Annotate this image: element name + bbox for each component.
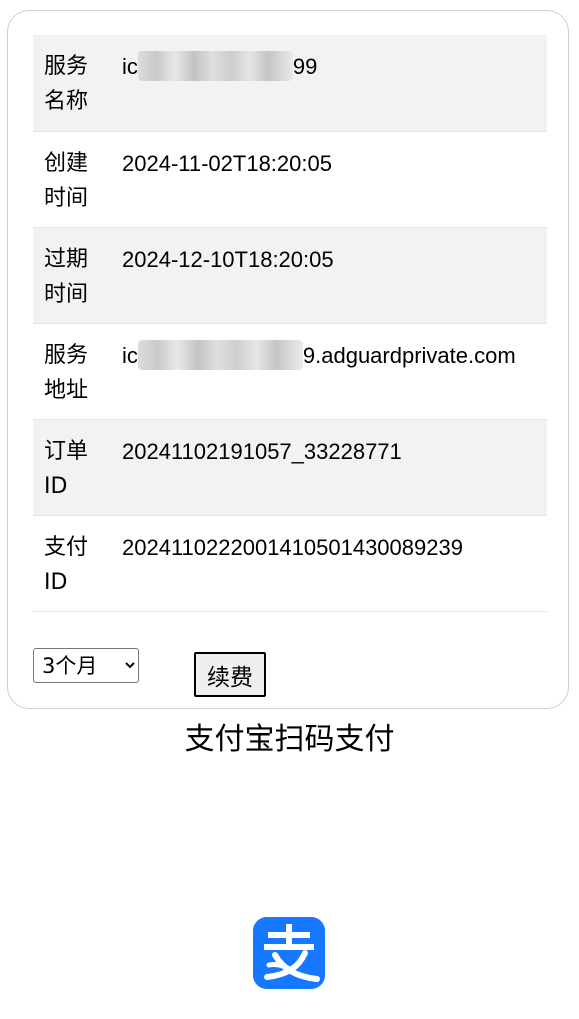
- service-address-value: ic 9.adguardprivate.com: [109, 323, 547, 420]
- service-address-suffix: 9.adguardprivate.com: [302, 342, 516, 368]
- renew-button[interactable]: 续费: [194, 652, 266, 697]
- table-row: 创建时间 2024-11-02T18:20:05: [33, 131, 547, 228]
- alipay-scan-heading: 支付宝扫码支付: [184, 722, 395, 757]
- table-row: 服务地址 ic 9.adguardprivate.com: [33, 323, 547, 420]
- service-info-table: 服务名称 ic 99 创建时间 2024-11-02T18:20:05 过期时间 …: [33, 35, 547, 612]
- alipay-icon: [253, 917, 325, 989]
- payment-id-value: 2024110222001410501430089239: [109, 515, 547, 612]
- order-id-label: 订单ID: [33, 419, 109, 516]
- table-row: 服务名称 ic 99: [33, 35, 547, 132]
- alipay-icon-glyph: [253, 917, 325, 989]
- expire-time-label: 过期时间: [33, 227, 109, 324]
- order-id-value: 20241102191057_33228771: [109, 419, 547, 516]
- service-name-label: 服务名称: [33, 35, 109, 132]
- service-name-value: ic 99: [109, 35, 547, 132]
- service-info-card: 服务名称 ic 99 创建时间 2024-11-02T18:20:05 过期时间 …: [7, 10, 569, 709]
- expire-time-value: 2024-12-10T18:20:05: [109, 227, 547, 324]
- redacted-blur: [137, 51, 293, 82]
- service-name-prefix: ic: [122, 54, 138, 79]
- table-row: 过期时间 2024-12-10T18:20:05: [33, 227, 547, 324]
- created-time-label: 创建时间: [33, 131, 109, 228]
- redacted-blur: [137, 339, 303, 370]
- payment-id-label: 支付ID: [33, 515, 109, 612]
- period-select[interactable]: 3个月: [33, 648, 139, 683]
- service-address-prefix: ic: [122, 342, 138, 368]
- service-name-suffix: 99: [292, 54, 318, 79]
- service-address-label: 服务地址: [33, 323, 109, 420]
- created-time-value: 2024-11-02T18:20:05: [109, 131, 547, 228]
- table-row: 订单ID 20241102191057_33228771: [33, 419, 547, 516]
- table-row: 支付ID 2024110222001410501430089239: [33, 515, 547, 612]
